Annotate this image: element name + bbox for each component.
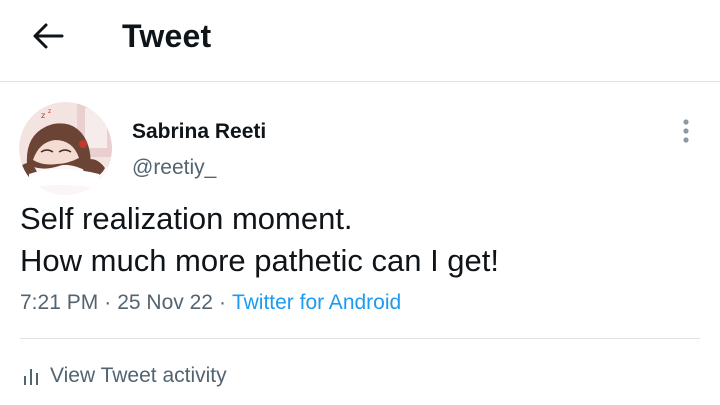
avatar-image: z z [19, 102, 112, 195]
author-display-name[interactable]: Sabrina Reeti [132, 118, 266, 146]
view-tweet-activity-button[interactable]: View Tweet activity [20, 360, 227, 392]
page-title: Tweet [122, 18, 212, 54]
bar-chart-icon [20, 365, 42, 387]
back-button[interactable] [28, 18, 68, 54]
tweet-date: 25 Nov 22 [117, 291, 213, 314]
avatar[interactable]: z z [19, 102, 112, 195]
author-handle[interactable]: @reetiy_ [132, 154, 216, 182]
tweet-time: 7:21 PM [20, 291, 99, 314]
tweet-text-line: Self realization moment. [20, 201, 353, 236]
more-vertical-icon [683, 119, 689, 143]
arrow-left-icon [33, 23, 64, 49]
top-app-bar: Tweet [0, 0, 720, 82]
meta-separator: · [218, 291, 226, 314]
divider [20, 338, 700, 339]
svg-text:z: z [48, 108, 51, 115]
svg-text:z: z [41, 111, 45, 120]
tweet-text-line: How much more pathetic can I get! [20, 243, 500, 278]
more-options-button[interactable] [672, 114, 700, 148]
view-tweet-activity-label: View Tweet activity [50, 364, 227, 387]
tweet-source-link[interactable]: Twitter for Android [232, 291, 401, 314]
tweet-detail-screen: Tweet z z Sabrina Reeti @reetiy_ Self re… [0, 0, 720, 405]
meta-separator: · [104, 291, 112, 314]
tweet-metadata: 7:21 PM · 25 Nov 22 · Twitter for Android [20, 288, 401, 318]
tweet-text: Self realization moment. How much more p… [20, 198, 700, 282]
